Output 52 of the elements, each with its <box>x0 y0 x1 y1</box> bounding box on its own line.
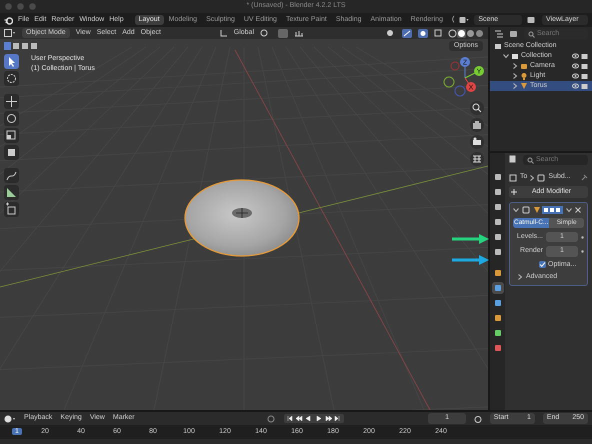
search-icon <box>528 30 535 38</box>
tool-button[interactable] <box>4 202 19 217</box>
blender-logo-icon[interactable] <box>4 16 13 24</box>
snap-target-icon[interactable] <box>294 29 304 37</box>
playback-controls-icon[interactable] <box>284 414 344 423</box>
tab-square-icon <box>494 189 500 195</box>
torus-drawing[interactable] <box>184 179 300 257</box>
display-mode-icon[interactable] <box>494 30 505 38</box>
tab-square-icon <box>494 345 500 351</box>
tool-button[interactable] <box>4 94 19 109</box>
light-bulb-icon <box>520 72 528 80</box>
eye-icon[interactable] <box>572 83 579 89</box>
tool-button[interactable] <box>4 185 19 200</box>
shading-modes-icon[interactable] <box>448 28 484 38</box>
tab-square-icon <box>494 270 500 276</box>
tab-square-icon <box>494 174 500 180</box>
tab-square-icon <box>494 234 500 240</box>
gizmo-toggle-icon[interactable] <box>402 28 412 38</box>
overlay-toggle-icon[interactable] <box>418 28 428 38</box>
tool-button[interactable] <box>4 128 19 143</box>
checkbox[interactable] <box>539 261 546 268</box>
keyframe-record-icon[interactable] <box>266 414 276 422</box>
search-icon <box>527 156 534 164</box>
tab-square-icon <box>494 204 500 210</box>
zoom-icon <box>470 101 484 115</box>
tab-square-icon <box>494 249 500 255</box>
plus-icon <box>511 188 517 195</box>
properties-tab[interactable] <box>492 282 504 294</box>
tab-square-icon <box>494 300 500 306</box>
eye-icon[interactable] <box>572 53 579 59</box>
tab-square-icon <box>494 285 500 291</box>
tool-button[interactable] <box>4 54 19 69</box>
close-icon[interactable] <box>575 207 581 214</box>
selection-mode-icon[interactable] <box>4 42 40 50</box>
ruler-icon <box>4 185 19 200</box>
rotate-icon <box>4 111 19 126</box>
animate-dot-icon[interactable] <box>581 250 584 254</box>
animate-dot-icon[interactable] <box>581 236 584 239</box>
dropdown-caret-icon[interactable] <box>566 207 572 214</box>
tab-square-icon <box>494 219 500 225</box>
eye-icon[interactable] <box>572 63 579 69</box>
tool-button[interactable] <box>4 71 19 86</box>
xray-icon[interactable] <box>434 29 442 37</box>
circle-select-icon <box>4 71 19 86</box>
tool-button[interactable] <box>4 111 19 126</box>
orientation-icon[interactable] <box>220 29 228 37</box>
chevron-icon <box>530 174 534 181</box>
move-icon <box>4 94 19 109</box>
tab-square-icon <box>494 330 500 336</box>
tab-square-icon <box>494 315 500 321</box>
eye-icon[interactable] <box>572 73 579 79</box>
tool-button[interactable] <box>4 168 19 183</box>
